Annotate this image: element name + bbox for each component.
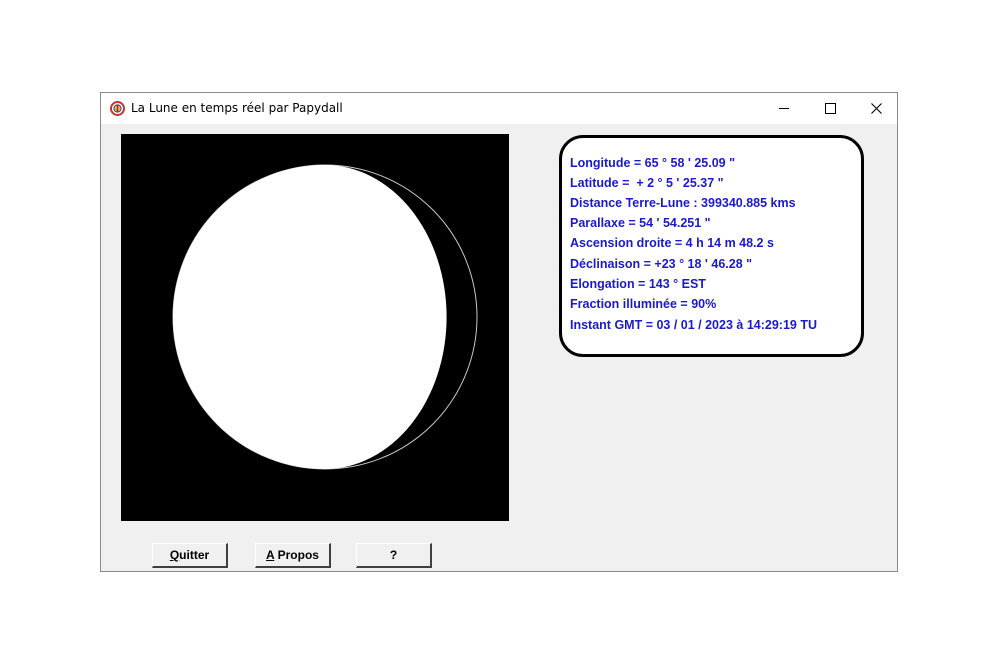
maximize-button[interactable] <box>807 93 853 124</box>
about-label: Propos <box>274 548 319 562</box>
title-bar[interactable]: La Lune en temps réel par Papydall <box>101 93 897 124</box>
latitude-text: Latitude = + 2 ° 5 ' 25.37 " <box>570 176 724 190</box>
window-title: La Lune en temps réel par Papydall <box>131 101 343 115</box>
app-window: La Lune en temps réel par Papydall Longi… <box>100 92 898 572</box>
close-button[interactable] <box>853 93 899 124</box>
maximize-icon <box>825 103 836 114</box>
quit-button[interactable]: Quitter <box>152 543 228 568</box>
app-icon <box>110 101 125 116</box>
illuminated-fraction-text: Fraction illuminée = 90% <box>570 297 717 311</box>
minimize-icon <box>779 108 789 109</box>
quit-mnemonic: Q <box>169 548 180 562</box>
about-button[interactable]: A Propos <box>255 543 331 568</box>
elongation-text: Elongation = 143 ° EST <box>570 277 706 291</box>
gmt-instant-text: Instant GMT = 03 / 01 / 2023 à 14:29:19 … <box>570 318 817 332</box>
help-button[interactable]: ? <box>356 543 432 568</box>
quit-label: uitter <box>179 548 210 562</box>
ephemeris-panel: Longitude = 65 ° 58 ' 25.09 " Latitude =… <box>559 135 864 357</box>
declination-text: Déclinaison = +23 ° 18 ' 46.28 " <box>570 257 753 271</box>
right-ascension-text: Ascension droite = 4 h 14 m 48.2 s <box>570 236 774 250</box>
minimize-button[interactable] <box>761 93 807 124</box>
moon-display <box>121 134 509 521</box>
parallax-text: Parallaxe = 54 ' 54.251 " <box>570 216 711 230</box>
longitude-text: Longitude = 65 ° 58 ' 25.09 " <box>570 156 735 170</box>
distance-text: Distance Terre-Lune : 399340.885 kms <box>570 196 796 210</box>
close-icon <box>871 103 882 114</box>
